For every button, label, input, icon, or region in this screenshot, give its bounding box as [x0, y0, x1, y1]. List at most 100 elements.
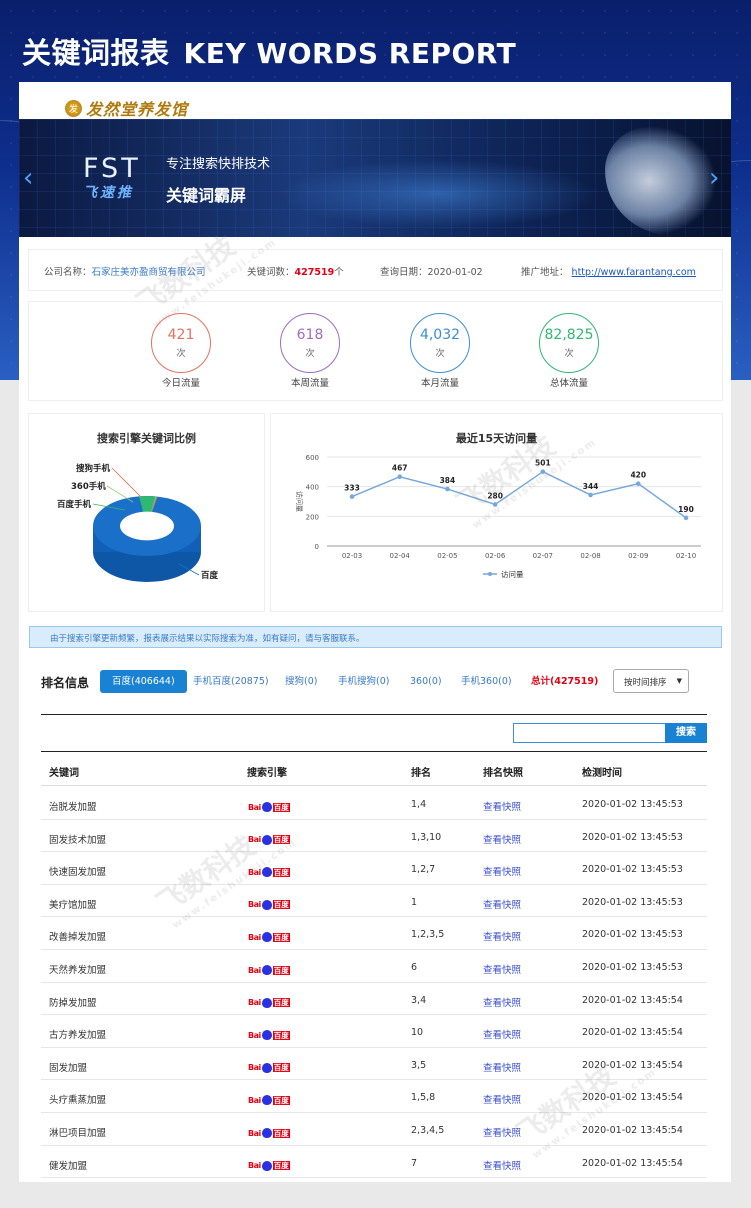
data-label: 344	[583, 482, 599, 491]
banner-brand: FST 飞速推	[83, 153, 141, 202]
baidu-logo-icon: Bai 百度	[248, 932, 290, 943]
search-button[interactable]: 搜索	[665, 723, 707, 743]
view-snapshot-link[interactable]: 查看快照	[483, 897, 521, 911]
col-engine: 搜索引擎	[247, 768, 287, 779]
baidu-paw-icon	[261, 1160, 272, 1171]
banner-brand-small: 飞速推	[83, 185, 134, 201]
baidu-paw-icon	[261, 1062, 272, 1073]
divider	[41, 714, 707, 715]
x-tick-label: 02-06	[485, 552, 506, 560]
check-time-cell: 2020-01-02 13:45:53	[582, 799, 683, 810]
data-label: 333	[344, 484, 360, 493]
data-point	[540, 469, 546, 474]
view-snapshot-link[interactable]: 查看快照	[483, 832, 521, 846]
data-label: 420	[630, 471, 646, 480]
report-frame: 发 发然堂养发馆 FST 飞速推 专注搜索快排技术 关键词霸屏 ‹ › 公司名称…	[19, 82, 731, 1182]
tab-360[interactable]: 360(0)	[410, 670, 442, 693]
col-keyword: 关键词	[49, 768, 79, 779]
tab-baidu[interactable]: 百度(406644)	[100, 670, 187, 693]
logo-row: 发 发然堂养发馆	[19, 82, 731, 119]
x-tick-label: 02-09	[628, 552, 648, 560]
baidu-logo-icon: Bai 百度	[248, 1062, 290, 1073]
check-time-cell: 2020-01-02 13:45:54	[582, 1125, 683, 1136]
stat-label: 今日流量	[161, 378, 200, 389]
baidu-paw-icon	[261, 1128, 272, 1138]
stat-value: 421	[167, 327, 195, 343]
baidu-logo-icon: Bai 百度	[248, 1128, 290, 1138]
y-tick-label: 200	[306, 513, 319, 521]
keyword-count: 427519	[294, 267, 335, 278]
baidu-paw-icon	[261, 834, 272, 845]
data-point	[588, 492, 593, 498]
baidu-logo-icon: Bai 百度	[248, 997, 290, 1008]
stat-value: 82,825	[544, 327, 594, 343]
pie-leader-line	[111, 467, 142, 498]
view-snapshot-link[interactable]: 查看快照	[483, 995, 521, 1009]
sort-select[interactable]: 按时间排序 ▼	[613, 669, 689, 693]
banner-slogan: 专注搜索快排技术 关键词霸屏	[166, 153, 270, 206]
table-row: 治脱发加盟 Bai 百度 1,4 查看快照 2020-01-02 13:45:53	[41, 787, 707, 820]
tab-mobile-sogou[interactable]: 手机搜狗(0)	[338, 670, 389, 693]
col-snapshot: 排名快照	[483, 768, 523, 779]
view-snapshot-link[interactable]: 查看快照	[483, 962, 521, 976]
table-row: 健发加盟 Bai 百度 7 查看快照 2020-01-02 13:45:54	[41, 1146, 707, 1179]
baidu-paw-icon	[261, 802, 272, 812]
y-axis-label: 访问量	[295, 491, 304, 512]
baidu-paw-icon	[261, 932, 272, 943]
tab-mobile-360[interactable]: 手机360(0)	[461, 670, 512, 693]
baidu-logo-icon: Bai 百度	[248, 1030, 290, 1041]
table-row: 古方养发加盟 Bai 百度 10 查看快照 2020-01-02 13:45:54	[41, 1015, 707, 1048]
table-row: 快速固发加盟 Bai 百度 1,2,7 查看快照 2020-01-02 13:45:53	[41, 852, 707, 885]
stat-week: 618 次 本周流量	[279, 313, 341, 389]
baidu-logo-icon: Bai 百度	[248, 1160, 290, 1171]
baidu-paw-icon	[261, 997, 272, 1008]
query-date: 2020-01-02	[427, 267, 483, 278]
col-rank: 排名	[411, 768, 431, 779]
promo-url-link[interactable]: http://www.farantang.com	[572, 267, 696, 278]
check-time-cell: 2020-01-02 13:45:53	[582, 831, 683, 843]
view-snapshot-link[interactable]: 查看快照	[483, 1092, 521, 1106]
visits-line-chart: 0 200 400 600 访问量 02-03 02-04 02-05 02-06 02-07 02…	[295, 454, 701, 579]
keyword-search-input[interactable]	[513, 723, 666, 743]
banner-slogan-line2: 关键词霸屏	[166, 186, 247, 205]
stat-value: 4,032	[419, 327, 461, 343]
banner-carousel[interactable]: FST 飞速推 专注搜索快排技术 关键词霸屏 ‹ ›	[19, 119, 731, 237]
baidu-logo-icon: Bai 百度	[248, 1095, 290, 1106]
keyword-cell: 古方养发加盟	[49, 1030, 107, 1042]
view-snapshot-link[interactable]: 查看快照	[483, 1158, 521, 1172]
col-check-time: 检测时间	[582, 768, 622, 779]
tab-total[interactable]: 总计(427519)	[531, 670, 598, 693]
pie-label: 360手机	[71, 481, 106, 492]
carousel-prev-icon[interactable]: ‹	[23, 163, 33, 193]
keyword-cell: 快速固发加盟	[49, 867, 107, 879]
view-snapshot-link[interactable]: 查看快照	[483, 1027, 521, 1041]
check-time-cell: 2020-01-02 13:45:54	[582, 1092, 683, 1104]
stat-ring: 618 次	[280, 313, 340, 373]
data-label: 190	[678, 505, 694, 514]
table-row: 头疗熏蒸加盟 Bai 百度 1,5,8 查看快照 2020-01-02 13:45:54	[41, 1080, 707, 1113]
baidu-logo-icon: Bai 百度	[248, 867, 290, 878]
table-header: 关键词 搜索引擎 排名 排名快照 检测时间	[41, 752, 707, 786]
view-snapshot-link[interactable]: 查看快照	[483, 1060, 521, 1074]
promo-url-info: 推广地址： http://www.farantang.com	[521, 267, 696, 278]
tab-sogou[interactable]: 搜狗(0)	[285, 670, 317, 693]
data-point	[349, 494, 355, 499]
check-time-cell: 2020-01-02 13:45:53	[582, 864, 683, 876]
view-snapshot-link[interactable]: 查看快照	[483, 1125, 521, 1139]
keyword-cell: 固发技术加盟	[49, 834, 107, 846]
y-tick-label: 400	[306, 484, 319, 492]
view-snapshot-link[interactable]: 查看快照	[483, 929, 521, 943]
rank-cell: 3,4	[411, 994, 427, 1006]
tab-mobile-baidu[interactable]: 手机百度(20875)	[193, 670, 269, 693]
baidu-paw-icon	[261, 899, 272, 910]
keyword-cell: 淋巴项目加盟	[49, 1128, 107, 1139]
view-snapshot-link[interactable]: 查看快照	[483, 864, 521, 878]
visits-card: 最近15天访问量 0 200 400 600 访问量 02-03 02-04 02-05 02-…	[271, 414, 722, 611]
table-row: 固发加盟 Bai 百度 3,5 查看快照 2020-01-02 13:45:54	[41, 1048, 707, 1081]
rank-cell: 7	[411, 1157, 418, 1169]
view-snapshot-link[interactable]: 查看快照	[483, 799, 521, 813]
baidu-paw-icon	[261, 1030, 272, 1041]
carousel-next-icon[interactable]: ›	[709, 163, 719, 193]
table-row: 固发技术加盟 Bai 百度 1,3,10 查看快照 2020-01-02 13:45:53	[41, 820, 707, 853]
baidu-logo-icon: Bai 百度	[248, 802, 290, 812]
